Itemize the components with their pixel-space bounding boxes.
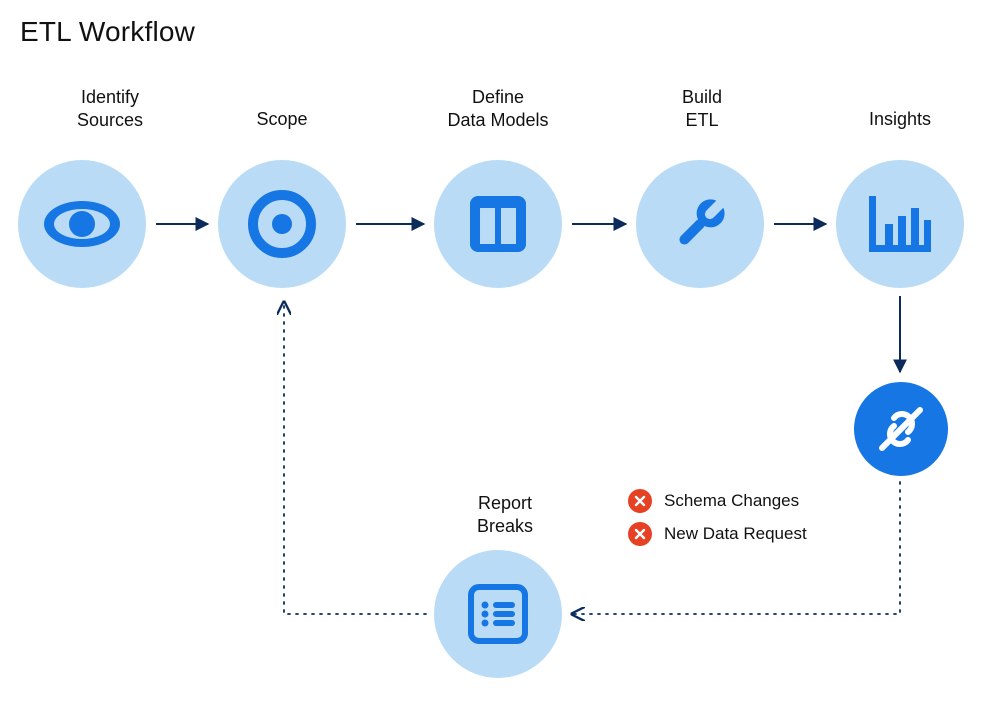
broken-link-icon	[874, 402, 928, 456]
node-identify-sources	[18, 160, 146, 288]
wrench-icon	[665, 189, 735, 259]
issue-label: Schema Changes	[664, 491, 799, 511]
label-build-etl: Build ETL	[642, 86, 762, 131]
node-insights	[836, 160, 964, 288]
error-icon	[628, 522, 652, 546]
node-build-etl	[636, 160, 764, 288]
label-define-models: Define Data Models	[408, 86, 588, 131]
label-insights: Insights	[840, 108, 960, 131]
node-scope	[218, 160, 346, 288]
page-title: ETL Workflow	[20, 16, 195, 48]
error-icon	[628, 489, 652, 513]
issue-new-data-request: New Data Request	[628, 522, 807, 546]
issue-label: New Data Request	[664, 524, 807, 544]
diagram-canvas: ETL Workflow Identify Sources Scope Defi…	[0, 0, 1000, 723]
issue-schema-changes: Schema Changes	[628, 489, 799, 513]
label-report-breaks: Report Breaks	[430, 492, 580, 537]
bar-chart-icon	[867, 194, 933, 254]
label-identify-sources: Identify Sources	[40, 86, 180, 131]
list-icon	[467, 583, 529, 645]
node-broken-link	[854, 382, 948, 476]
node-define-models	[434, 160, 562, 288]
target-icon	[247, 189, 317, 259]
node-report-breaks	[434, 550, 562, 678]
columns-icon	[466, 192, 530, 256]
arrow-report-to-scope	[284, 302, 426, 614]
eye-icon	[42, 199, 122, 249]
label-scope: Scope	[222, 108, 342, 131]
